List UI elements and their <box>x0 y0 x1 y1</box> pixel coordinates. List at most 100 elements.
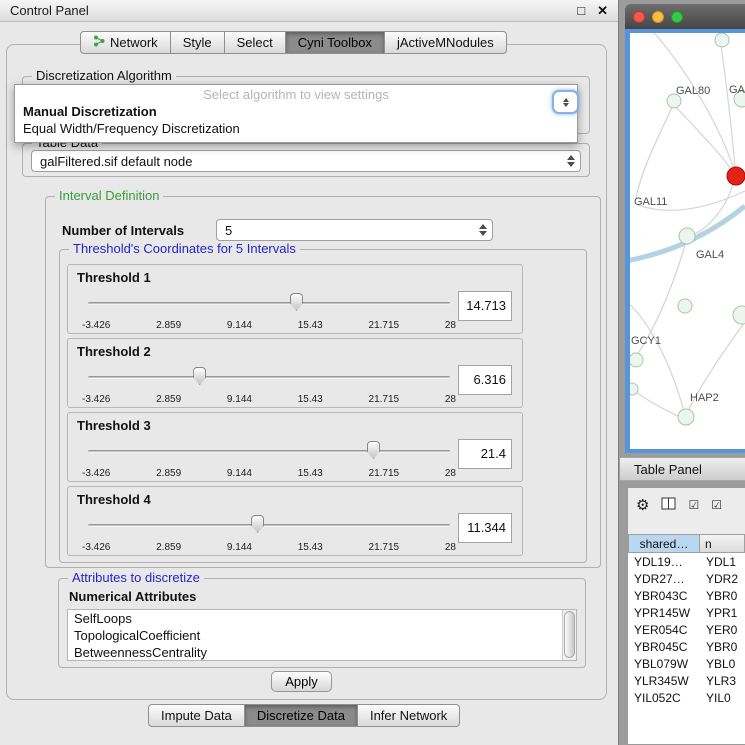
spinner-down-icon <box>563 103 569 107</box>
tab-cyni-toolbox[interactable]: Cyni Toolbox <box>286 31 385 54</box>
list-item[interactable]: SelfLoops <box>68 610 576 627</box>
node[interactable] <box>715 33 729 47</box>
tab-network[interactable]: Network <box>80 31 171 54</box>
table-row[interactable]: YIL052C YIL0 <box>628 689 745 706</box>
table-row[interactable]: YLR345W YLR3 <box>628 672 745 689</box>
node[interactable] <box>733 306 745 324</box>
node-hap2[interactable] <box>678 409 694 425</box>
tab-style[interactable]: Style <box>171 31 225 54</box>
slider-track <box>88 450 450 453</box>
cell: YBR045C <box>628 640 700 654</box>
cell: YDL1 <box>700 555 745 569</box>
node-label-clipped: GA <box>729 84 745 96</box>
columns-icon[interactable] <box>661 497 676 513</box>
table-row[interactable]: YBR045C YBR0 <box>628 638 745 655</box>
slider-tick-label: 15.43 <box>298 468 323 479</box>
table-data-combobox[interactable]: galFiltered.sif default node <box>31 150 581 172</box>
combo-spinner-icon <box>563 155 575 167</box>
number-of-intervals-combobox[interactable]: 5 <box>216 219 493 241</box>
threshold-1-slider[interactable] <box>88 289 450 319</box>
table-row[interactable]: YDL19… YDL1 <box>628 553 745 570</box>
table-row[interactable]: YER054C YER0 <box>628 621 745 638</box>
tab-infer-network[interactable]: Infer Network <box>358 704 460 727</box>
slider-tick-label: 28 <box>445 542 456 553</box>
gear-icon[interactable]: ⚙ <box>636 498 649 513</box>
dropdown-option-manual-discretization[interactable]: Manual Discretization <box>15 103 577 120</box>
float-window-button[interactable]: □ <box>577 3 585 18</box>
apply-button[interactable]: Apply <box>271 671 332 692</box>
window-title: Control Panel <box>10 3 565 18</box>
close-window-button[interactable]: ✕ <box>597 3 608 19</box>
node-gcy1[interactable] <box>630 353 643 367</box>
close-traffic-light[interactable] <box>633 11 645 23</box>
threshold-2-value-field[interactable]: 6.316 <box>458 365 512 395</box>
tab-label: Infer Network <box>370 708 447 723</box>
threshold-1-value-field[interactable]: 14.713 <box>458 291 512 321</box>
slider-tick-label: 9.144 <box>227 394 252 405</box>
table-panel-header: Table Panel <box>620 457 745 481</box>
node-selected-red[interactable] <box>727 167 745 185</box>
network-canvas[interactable]: GAL80 GA GAL11 GAL4 GCY1 HAP2 <box>630 33 745 449</box>
dropdown-placeholder: Select algorithm to view settings <box>15 85 577 103</box>
threshold-4-slider[interactable] <box>88 511 450 541</box>
tab-label: Cyni Toolbox <box>298 35 372 50</box>
select-all-icon[interactable]: ☑ <box>688 499 699 511</box>
node[interactable] <box>678 299 692 313</box>
cell: YDR2 <box>700 572 745 586</box>
cyni-bottom-tabs: Impute Data Discretize Data Infer Networ… <box>148 704 460 727</box>
cell: YER054C <box>628 623 700 637</box>
control-panel-tabs: Network Style Select Cyni Toolbox jActiv… <box>80 31 507 54</box>
threshold-2-slider[interactable] <box>88 363 450 393</box>
threshold-4-value-field[interactable]: 11.344 <box>458 513 512 543</box>
table-row[interactable]: YDR27… YDR2 <box>628 570 745 587</box>
list-item[interactable]: TopologicalCoefficient <box>68 627 576 644</box>
zoom-traffic-light[interactable] <box>671 11 683 23</box>
threshold-row: -3.4262.8599.14415.4321.71528 6.316 <box>76 363 514 407</box>
column-header-shared-name[interactable]: shared… <box>628 534 700 553</box>
table-row[interactable]: YBR043C YBR0 <box>628 587 745 604</box>
column-header-name[interactable]: n <box>700 534 745 553</box>
cell: YPR1 <box>700 606 745 620</box>
slider-tick-label: 28 <box>445 320 456 331</box>
slider-tick-label: 2.859 <box>156 394 181 405</box>
threshold-1-panel: Threshold 1 -3.4262.8599.14415.4321.7152… <box>67 264 523 334</box>
slider-thumb[interactable] <box>193 367 206 385</box>
slider-scale: -3.4262.8599.14415.4321.71528 <box>82 468 456 479</box>
network-window-titlebar <box>625 4 745 29</box>
tab-impute-data[interactable]: Impute Data <box>148 704 245 727</box>
slider-tick-label: -3.426 <box>82 542 110 553</box>
list-item[interactable]: BetweennessCentrality <box>68 644 576 661</box>
combo-spinner-icon <box>475 224 487 236</box>
slider-tick-label: 21.715 <box>369 542 400 553</box>
algorithm-combo-spinner[interactable] <box>552 90 579 114</box>
threshold-3-slider[interactable] <box>88 437 450 467</box>
slider-tick-label: 28 <box>445 468 456 479</box>
table-row[interactable]: YBL079W YBL0 <box>628 655 745 672</box>
list-scrollbar[interactable] <box>562 610 576 660</box>
slider-track <box>88 376 450 379</box>
minimize-traffic-light[interactable] <box>652 11 664 23</box>
attributes-group: Attributes to discretize Numerical Attri… <box>58 578 586 668</box>
slider-tick-label: 9.144 <box>227 320 252 331</box>
slider-thumb[interactable] <box>290 293 303 311</box>
tab-jactivemnodules[interactable]: jActiveMNodules <box>385 31 507 54</box>
tab-select[interactable]: Select <box>225 31 286 54</box>
slider-thumb[interactable] <box>251 515 264 533</box>
threshold-3-value-field[interactable]: 21.4 <box>458 439 512 469</box>
tab-label: Network <box>110 35 158 50</box>
dropdown-option-equal-width[interactable]: Equal Width/Frequency Discretization <box>15 120 577 142</box>
table-row[interactable]: YPR145W YPR1 <box>628 604 745 621</box>
table-data-group: Table Data galFiltered.sif default node <box>22 143 590 177</box>
scrollbar-thumb[interactable] <box>564 611 575 658</box>
node[interactable] <box>630 383 638 395</box>
slider-thumb[interactable] <box>367 441 380 459</box>
tab-discretize-data[interactable]: Discretize Data <box>245 704 358 727</box>
slider-tick-label: 9.144 <box>227 468 252 479</box>
numerical-attributes-list[interactable]: SelfLoops TopologicalCoefficient Between… <box>67 609 577 661</box>
select-none-icon[interactable]: ☑ <box>711 499 722 511</box>
threshold-4-panel: Threshold 4 -3.4262.8599.14415.4321.7152… <box>67 486 523 556</box>
table-header-row: shared… n <box>628 534 745 553</box>
cell: YLR3 <box>700 674 745 688</box>
slider-tick-label: -3.426 <box>82 468 110 479</box>
node-gal4[interactable] <box>679 228 695 244</box>
